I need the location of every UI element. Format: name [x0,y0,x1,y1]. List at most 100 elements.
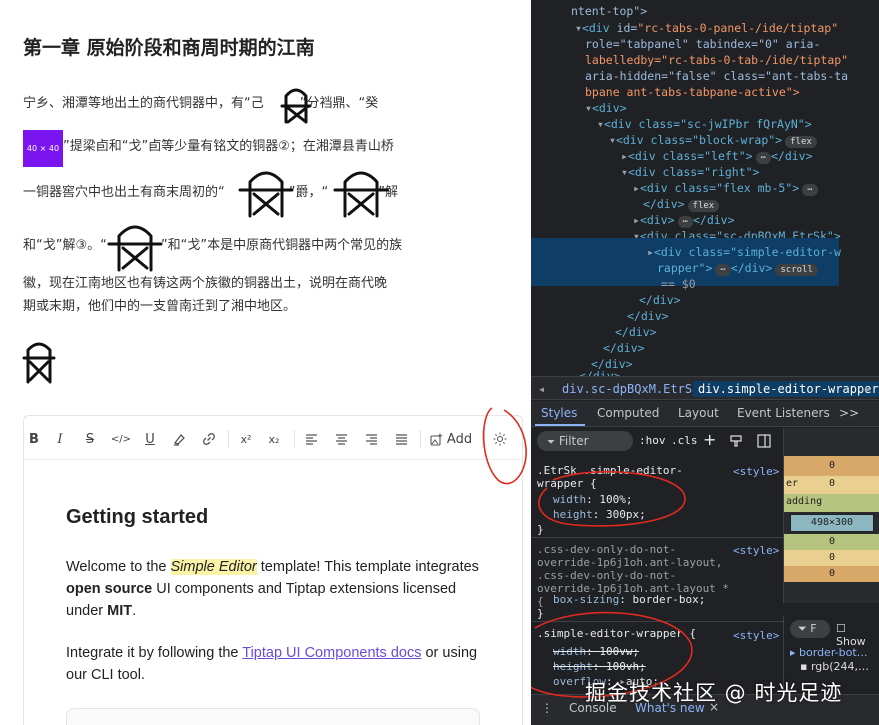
rule-source-link[interactable]: <style> [733,628,779,644]
dom-line[interactable]: ▾<div class="right"> [621,164,760,180]
dom-line[interactable]: ▸<div class="flex mb-5"> ⋯ [633,180,818,196]
ellipsis-badge[interactable]: ⋯ [715,264,731,276]
more-tabs-icon[interactable]: >> [839,406,859,420]
flex-badge[interactable]: flex [785,136,817,148]
ellipsis-badge[interactable]: ⋯ [755,152,771,164]
collapse-arrow-icon[interactable]: ▸ [633,181,640,195]
simple-editor[interactable]: B I S </> U x² x₂ Add Getting started We… [23,415,523,725]
dom-line[interactable]: ▾<div class="sc-jwIPbr fQrAyN"> [597,116,812,132]
expand-arrow-icon[interactable]: ▾ [575,21,582,35]
flex-badge[interactable]: flex [687,200,720,212]
dom-line[interactable]: ▾<div id="rc-tabs-0-panel-/ide/tiptap" [575,20,838,36]
breadcrumb-item[interactable]: div.sc-dpBQxM.EtrSk [557,381,704,397]
rule-source-link[interactable]: <style> [733,543,779,559]
dom-line[interactable]: ▾<div class="block-wrap"> flex [609,132,817,148]
code-block [66,708,480,725]
content-size[interactable]: 498×300 [790,514,874,532]
ellipsis-badge[interactable]: ⋯ [677,216,693,228]
declaration[interactable]: box-sizing: border-box; [553,592,705,608]
dom-line[interactable]: bpane ant-tabs-tabpane-active"> [585,84,800,100]
ellipsis-badge[interactable]: ⋯ [802,184,818,196]
dom-line[interactable]: role="tabpanel" tabindex="0" aria- [585,36,820,52]
text-segment: 一铜器窖穴中也出土有商末周初的“ [23,185,225,200]
crumb-scroll-left-icon[interactable]: ◂ [533,381,550,397]
highlighter-button[interactable] [170,430,188,448]
new-rule-button[interactable]: + [703,430,716,449]
dom-line[interactable]: ▸<div> ⋯ </div> [633,212,735,228]
computed-filter-input[interactable]: ⏷ F [790,620,830,638]
italic-button[interactable]: I [52,430,68,448]
align-left-icon [305,433,317,445]
dom-line[interactable]: ntent-top"> [571,3,647,19]
dom-text: labelledby="rc-tabs-0-tab-/ide/tiptap" [585,53,849,67]
crumb-scroll-right-icon[interactable]: ▸ [859,381,876,397]
dom-text: == $0 [661,277,696,291]
link-button[interactable] [200,430,218,448]
rule-source-link[interactable]: <style> [733,464,779,480]
toolbar-divider [228,430,229,448]
dom-line[interactable]: </div> [615,324,657,340]
bold-text: open source [66,581,153,597]
dom-text: </div> [639,293,681,307]
dom-line[interactable]: ▾<div> [585,100,627,116]
collapse-arrow-icon[interactable]: ▸ [633,213,640,227]
tab-computed[interactable]: Computed [597,406,659,420]
collapse-arrow-icon[interactable]: ▸ [647,245,654,259]
computed-prop-name: border-bot… [799,646,868,659]
dom-line[interactable]: </div> [639,292,681,308]
toolbar-divider [294,430,295,448]
red-annotation-circle [538,471,686,527]
align-right-button[interactable] [362,430,380,448]
expand-arrow-icon[interactable]: ▾ [621,165,628,179]
dom-text: </div> [615,325,657,339]
underline-button[interactable]: U [142,430,158,448]
align-left-button[interactable] [302,430,320,448]
computed-prop[interactable]: ▸ border-bot… [790,646,868,659]
text-segment: template! This template integrates [256,559,479,575]
border-bottom-value[interactable]: 0 [784,550,879,566]
subscript-button[interactable]: x₂ [264,430,284,448]
show-all-checkbox[interactable]: ☐ Show [836,622,879,648]
paint-icon[interactable] [729,434,743,448]
tab-styles[interactable]: Styles [541,406,577,420]
scroll-badge[interactable]: scroll [775,264,818,276]
align-justify-button[interactable] [392,430,410,448]
dom-text: <div class="left"> [627,149,753,163]
expand-arrow-icon[interactable]: ▾ [609,133,616,147]
expand-arrow-icon[interactable]: ▾ [597,117,604,131]
dom-text: bpane ant-tabs-tabpane-active"> [585,85,800,99]
code-button[interactable]: </> [110,430,132,448]
tiptap-docs-link[interactable]: Tiptap UI Components docs [242,645,421,661]
tab-event-listeners[interactable]: Event Listeners [737,406,830,420]
superscript-button[interactable]: x² [236,430,256,448]
dom-line[interactable]: </div> [603,340,645,356]
margin-top-value[interactable]: 0 [784,456,879,476]
tab-layout[interactable]: Layout [678,406,719,420]
breadcrumb-item-active[interactable]: div.simple-editor-wrapper [693,381,879,397]
cls-toggle[interactable]: .cls [671,434,698,447]
filter-input[interactable]: ⏷ Filter [537,431,633,451]
dom-line[interactable]: rapper"> ⋯ </div> scroll [657,260,818,276]
padding-bottom-value[interactable]: 0 [784,534,879,550]
dom-line[interactable]: labelledby="rc-tabs-0-tab-/ide/tiptap" [585,52,848,68]
dom-line[interactable]: ▸<div class="simple-editor-w [647,244,841,260]
bold-button[interactable]: B [26,430,42,448]
strike-button[interactable]: S [82,430,98,448]
dom-text: <div class="simple-editor-w [653,245,841,259]
dom-line[interactable]: ▸<div class="left"> ⋯ </div> [621,148,813,164]
sidebar-toggle-icon[interactable] [757,434,771,448]
dom-line[interactable]: aria-hidden="false" class="ant-tabs-ta [585,68,848,84]
toolbar-divider [420,430,421,448]
dom-line[interactable]: </div> [627,308,669,324]
collapse-arrow-icon[interactable]: ▸ [621,149,628,163]
text-segment: Welcome to the [66,559,171,575]
add-image-button[interactable]: Add [428,430,474,448]
chapter-title: 第一章 原始阶段和商周时期的江南 [23,37,315,59]
dom-line[interactable]: </div> flex [643,196,720,212]
margin-bottom-value[interactable]: 0 [784,566,879,582]
hov-toggle[interactable]: :hov [639,434,666,447]
border-top-value[interactable]: 0 [829,478,835,489]
expand-arrow-icon[interactable]: ▾ [585,101,592,115]
dom-text: aria-hidden="false" class="ant-tabs-ta [585,69,849,83]
align-center-button[interactable] [332,430,350,448]
